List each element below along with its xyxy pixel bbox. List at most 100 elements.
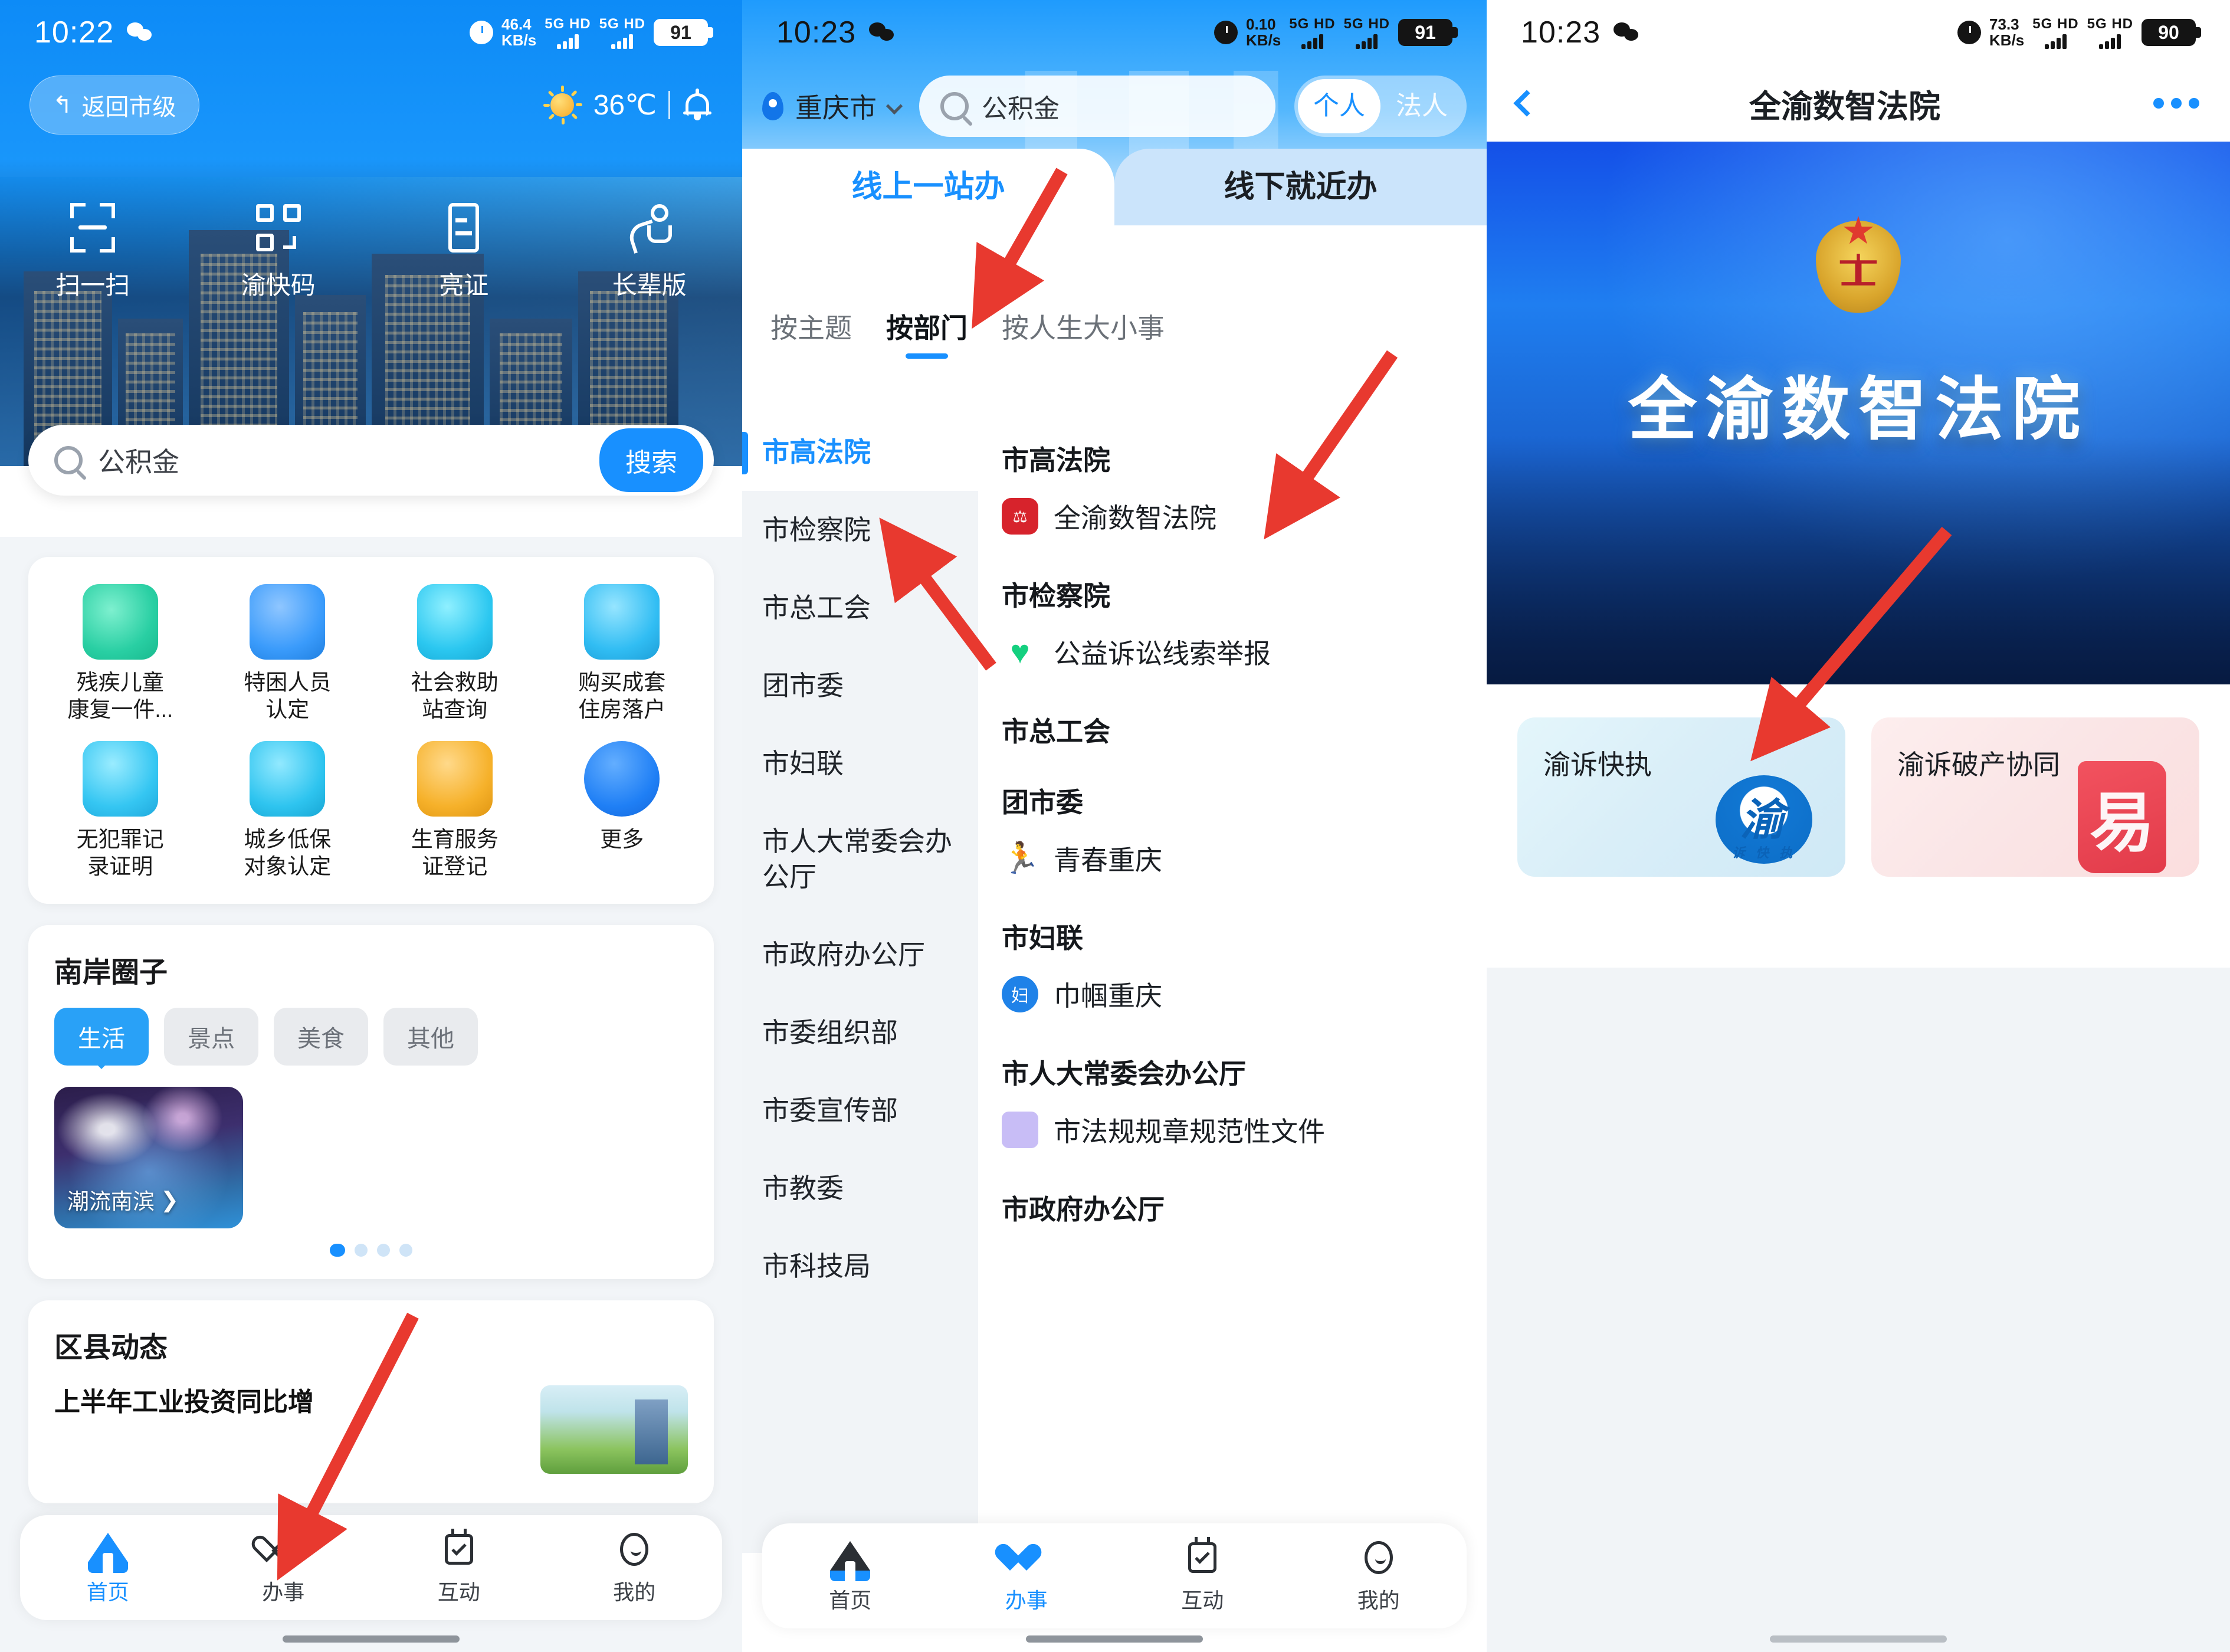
search-input[interactable]: 公积金: [98, 441, 584, 480]
search-button[interactable]: 搜索: [599, 428, 703, 492]
carousel-dot[interactable]: [399, 1244, 412, 1257]
circle-thumb-card[interactable]: 潮流南滨 ❯: [54, 1087, 243, 1228]
sidebar-item-government-office[interactable]: 市政府办公厅: [742, 916, 978, 994]
status-right: 0.10 KB/s 5G HD 5G HD 91: [1214, 16, 1458, 49]
department-sidebar[interactable]: 市高法院 市检察院 市总工会 团市委 市妇联 市人大常委会办公厅 市政府办公厅 …: [742, 413, 978, 1553]
chip-life[interactable]: 生活: [54, 1008, 149, 1069]
group-title: 市总工会: [1002, 716, 1110, 747]
sidebar-item-science-bureau[interactable]: 市科技局: [742, 1227, 978, 1305]
carousel-dot[interactable]: [355, 1244, 368, 1257]
chip-other[interactable]: 其他: [383, 1008, 478, 1066]
service-row[interactable]: ♥ 公益诉讼线索举报: [1002, 620, 1463, 684]
heart-icon: [1006, 1538, 1047, 1578]
tab-mine[interactable]: 我的: [1291, 1538, 1467, 1614]
service-row[interactable]: 市法规规章规范性文件: [1002, 1097, 1463, 1162]
sidebar-item-trade-union[interactable]: 市总工会: [742, 569, 978, 647]
subtab-by-department[interactable]: 按部门: [886, 307, 968, 359]
sidebar-item-education-commission[interactable]: 市教委: [742, 1149, 978, 1227]
card-bankruptcy-collab[interactable]: 渝诉破产协同: [1871, 717, 2199, 877]
subtab-by-life-events[interactable]: 按人生大小事: [1002, 307, 1165, 359]
department-service-list[interactable]: 市高法院 ⚖ 全渝数智法院 市检察院 ♥ 公益诉讼线索举报 市总工会 团市委 🏃…: [978, 413, 1487, 1553]
carousel-dots[interactable]: [28, 1228, 714, 1279]
sidebar-item-high-court[interactable]: 市高法院: [742, 413, 978, 491]
more-dots-icon[interactable]: [2153, 98, 2199, 109]
tab-interaction[interactable]: 互动: [371, 1529, 547, 1606]
tab-services[interactable]: 办事: [196, 1529, 372, 1606]
services-grid: 残疾儿童 康复一件... 特困人员 认定 社会救助 站查询 购买成套 住房落户 …: [28, 557, 714, 904]
tab-services[interactable]: 办事: [939, 1538, 1115, 1614]
back-to-city-button[interactable]: ↰ 返回市级: [29, 76, 199, 135]
bell-icon[interactable]: [682, 88, 713, 122]
quick-action-label: 扫一扫: [55, 271, 130, 299]
sidebar-item-npc-office[interactable]: 市人大常委会办公厅: [742, 802, 978, 916]
service-row[interactable]: 妇 巾帼重庆: [1002, 962, 1463, 1027]
service-item[interactable]: 生育服务 证登记: [371, 741, 539, 880]
chip-attractions[interactable]: 景点: [164, 1008, 258, 1066]
status-left: 10:23: [776, 15, 896, 50]
service-item-more[interactable]: 更多: [539, 741, 706, 880]
group-title: 市政府办公厅: [1002, 1194, 1165, 1225]
chevron-down-icon[interactable]: [886, 97, 903, 115]
tab-label: 互动: [437, 1580, 480, 1604]
yu-fast-execution-logo: 渝 诉 快 执: [1711, 763, 1817, 870]
tab-online-onestop[interactable]: 线上一站办: [742, 149, 1114, 225]
court-app-cards: 渝诉快执 渝 诉 快 执 渝诉破产协同: [1487, 684, 2230, 877]
sidebar-item-organization-dept[interactable]: 市委组织部: [742, 994, 978, 1071]
quick-action-certificate[interactable]: 亮证: [371, 201, 557, 301]
news-row[interactable]: 上半年工业投资同比增: [28, 1365, 714, 1474]
sidebar-item-womens-federation[interactable]: 市妇联: [742, 725, 978, 802]
tab-home[interactable]: 首页: [762, 1538, 939, 1614]
heart-icon: [263, 1529, 303, 1569]
subtab-by-theme[interactable]: 按主题: [770, 307, 852, 359]
sidebar-item-publicity-dept[interactable]: 市委宣传部: [742, 1071, 978, 1149]
search-bar[interactable]: 公积金: [919, 76, 1275, 137]
carousel-dot[interactable]: [330, 1244, 345, 1257]
birth-service-registration-icon: [417, 741, 493, 817]
weather-widget[interactable]: 36℃: [543, 86, 713, 124]
service-item[interactable]: 特困人员 认定: [204, 584, 372, 723]
search-bar[interactable]: 公积金 搜索: [28, 425, 714, 496]
tab-label: 互动: [1181, 1588, 1224, 1612]
identity-option-legal[interactable]: 法人: [1380, 76, 1463, 137]
search-input[interactable]: 公积金: [982, 87, 1060, 125]
elder-mode-icon: [622, 201, 677, 255]
service-item[interactable]: 残疾儿童 康复一件...: [37, 584, 204, 723]
tab-mine[interactable]: 我的: [547, 1529, 723, 1606]
low-income-recognition-icon: [250, 741, 326, 817]
tab-interaction[interactable]: 互动: [1114, 1537, 1291, 1614]
quick-action-label: 长辈版: [612, 271, 687, 299]
service-row[interactable]: ⚖ 全渝数智法院: [1002, 484, 1463, 549]
tab-label: 办事: [1005, 1588, 1048, 1612]
city-selector-label[interactable]: 重庆市: [795, 87, 877, 126]
district-news-card: 区县动态 上半年工业投资同比增: [28, 1300, 714, 1503]
alarm-icon: [1214, 21, 1238, 44]
card-title: 渝诉快执: [1543, 749, 1652, 780]
card-fast-execution[interactable]: 渝诉快执 渝 诉 快 执: [1517, 717, 1845, 877]
service-item[interactable]: 购买成套 住房落户: [539, 584, 706, 723]
nanan-circle-card: 南岸圈子 生活 景点 美食 其他 潮流南滨 ❯: [28, 925, 714, 1279]
tab-label: 办事: [262, 1580, 305, 1604]
identity-toggle[interactable]: 个人 法人: [1294, 76, 1467, 137]
home-icon: [830, 1538, 871, 1581]
tab-offline-nearby[interactable]: 线下就近办: [1114, 149, 1487, 225]
battery-indicator: 91: [654, 19, 713, 46]
group-title: 市妇联: [1002, 923, 1083, 953]
services-sub-tabs: 按主题 按部门 按人生大小事: [742, 307, 1487, 359]
carousel-dot[interactable]: [377, 1244, 390, 1257]
sidebar-item-youth-league[interactable]: 团市委: [742, 647, 978, 725]
hero-top-row: ↰ 返回市级 36℃: [0, 70, 742, 140]
sidebar-item-procuratorate[interactable]: 市检察院: [742, 491, 978, 569]
service-item[interactable]: 城乡低保 对象认定: [204, 741, 372, 880]
identity-option-personal[interactable]: 个人: [1298, 79, 1380, 133]
section-title-district: 区县动态: [54, 1332, 168, 1363]
service-row[interactable]: 🏃 青春重庆: [1002, 826, 1463, 891]
chip-food[interactable]: 美食: [274, 1008, 368, 1066]
quick-action-yukuaima[interactable]: 渝快码: [186, 201, 372, 301]
back-chevron-icon[interactable]: [1513, 90, 1540, 117]
home-scroll-area[interactable]: 残疾儿童 康复一件... 特困人员 认定 社会救助 站查询 购买成套 住房落户 …: [0, 537, 742, 1652]
quick-action-elder-mode[interactable]: 长辈版: [557, 201, 743, 301]
service-item[interactable]: 社会救助 站查询: [371, 584, 539, 723]
tab-home[interactable]: 首页: [20, 1529, 196, 1606]
service-item[interactable]: 无犯罪记 录证明: [37, 741, 204, 880]
quick-action-scan[interactable]: 扫一扫: [0, 201, 186, 301]
